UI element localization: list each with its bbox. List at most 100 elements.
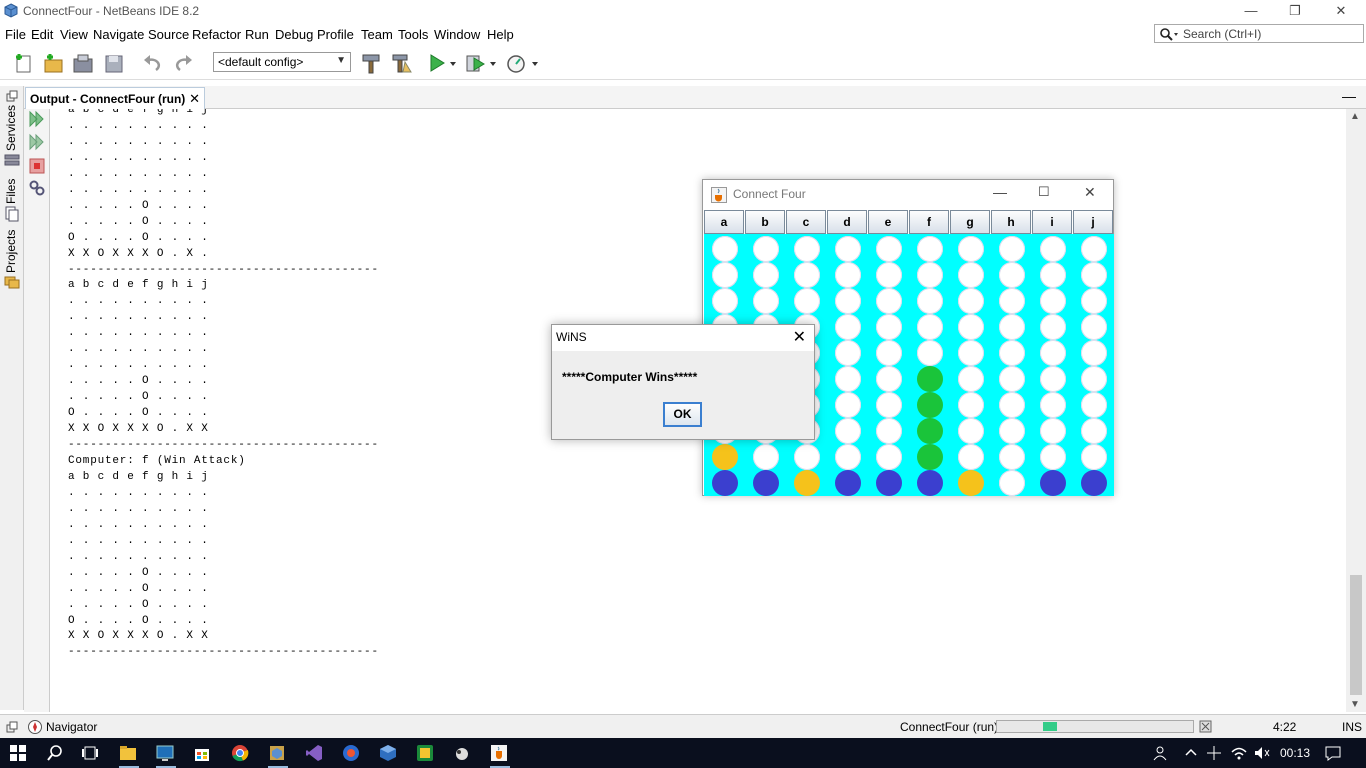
column-button-f[interactable]: f <box>909 210 949 234</box>
board-cell[interactable] <box>835 444 861 470</box>
board-cell[interactable] <box>917 392 943 418</box>
board-cell[interactable] <box>1081 470 1107 496</box>
column-button-b[interactable]: b <box>745 210 785 234</box>
profile-dropdown-icon[interactable] <box>530 52 540 74</box>
clean-build-icon[interactable] <box>391 52 413 74</box>
language-icon[interactable] <box>1205 744 1223 762</box>
close-tab-icon[interactable]: ✕ <box>189 91 200 107</box>
board-cell[interactable] <box>917 262 943 288</box>
menu-profile[interactable]: Profile <box>317 27 354 42</box>
volume-icon[interactable] <box>1253 744 1271 762</box>
netbeans-taskbar-icon[interactable] <box>268 744 286 762</box>
windows-start-icon[interactable] <box>9 744 27 762</box>
board-cell[interactable] <box>876 262 902 288</box>
board-cell[interactable] <box>835 314 861 340</box>
menu-debug[interactable]: Debug <box>275 27 313 42</box>
column-button-h[interactable]: h <box>991 210 1031 234</box>
board-cell[interactable] <box>1081 418 1107 444</box>
board-cell[interactable] <box>794 262 820 288</box>
board-cell[interactable] <box>1081 444 1107 470</box>
menu-source[interactable]: Source <box>148 27 189 42</box>
run-dropdown-icon[interactable] <box>448 52 458 74</box>
menu-window[interactable]: Window <box>434 27 480 42</box>
task-view-icon[interactable] <box>81 744 99 762</box>
board-cell[interactable] <box>999 288 1025 314</box>
board-cell[interactable] <box>958 288 984 314</box>
board-cell[interactable] <box>1081 392 1107 418</box>
board-cell[interactable] <box>794 444 820 470</box>
menu-edit[interactable]: Edit <box>31 27 53 42</box>
board-cell[interactable] <box>794 288 820 314</box>
chrome-icon[interactable] <box>231 744 249 762</box>
restore-navigator-icon[interactable] <box>6 721 18 733</box>
board-cell[interactable] <box>1040 288 1066 314</box>
board-cell[interactable] <box>958 236 984 262</box>
board-cell[interactable] <box>1040 262 1066 288</box>
board-cell[interactable] <box>835 340 861 366</box>
minimize-button[interactable]: — <box>1228 0 1274 22</box>
board-cell[interactable] <box>999 236 1025 262</box>
board-cell[interactable] <box>1040 392 1066 418</box>
board-cell[interactable] <box>1081 236 1107 262</box>
menu-navigate[interactable]: Navigate <box>93 27 144 42</box>
board-cell[interactable] <box>958 314 984 340</box>
board-cell[interactable] <box>917 288 943 314</box>
board-cell[interactable] <box>1081 340 1107 366</box>
board-cell[interactable] <box>958 444 984 470</box>
tab-output[interactable]: Output - ConnectFour (run) ✕ <box>25 87 205 109</box>
board-cell[interactable] <box>876 418 902 444</box>
side-tab-projects[interactable]: Projects <box>4 230 18 273</box>
board-cell[interactable] <box>1040 444 1066 470</box>
board-cell[interactable] <box>917 418 943 444</box>
board-cell[interactable] <box>917 236 943 262</box>
settings-icon[interactable] <box>28 179 46 197</box>
board-cell[interactable] <box>712 236 738 262</box>
navigator-label[interactable]: Navigator <box>46 720 97 734</box>
debug-project-icon[interactable] <box>464 52 486 74</box>
board-cell[interactable] <box>917 340 943 366</box>
column-button-d[interactable]: d <box>827 210 867 234</box>
file-explorer-icon[interactable] <box>119 744 137 762</box>
debug-dropdown-icon[interactable] <box>488 52 498 74</box>
new-file-icon[interactable] <box>12 52 34 74</box>
board-cell[interactable] <box>1081 262 1107 288</box>
board-cell[interactable] <box>876 444 902 470</box>
board-cell[interactable] <box>1081 366 1107 392</box>
board-cell[interactable] <box>753 236 779 262</box>
cf-close-button[interactable]: ✕ <box>1084 184 1096 201</box>
board-cell[interactable] <box>835 288 861 314</box>
board-cell[interactable] <box>1081 314 1107 340</box>
undo-icon[interactable] <box>142 52 164 74</box>
redo-icon[interactable] <box>172 52 194 74</box>
board-cell[interactable] <box>999 262 1025 288</box>
board-cell[interactable] <box>753 470 779 496</box>
monitor-app-icon[interactable] <box>156 744 174 762</box>
menu-refactor[interactable]: Refactor <box>192 27 241 42</box>
menu-file[interactable]: File <box>5 27 26 42</box>
column-button-g[interactable]: g <box>950 210 990 234</box>
board-cell[interactable] <box>999 340 1025 366</box>
board-cell[interactable] <box>958 340 984 366</box>
board-cell[interactable] <box>712 470 738 496</box>
board-cell[interactable] <box>917 444 943 470</box>
close-button[interactable]: ✕ <box>1318 0 1364 22</box>
board-cell[interactable] <box>999 418 1025 444</box>
board-cell[interactable] <box>1040 340 1066 366</box>
profile-project-icon[interactable] <box>505 52 527 74</box>
scroll-up-icon[interactable]: ▲ <box>1350 111 1360 122</box>
board-cell[interactable] <box>835 470 861 496</box>
people-icon[interactable] <box>1151 744 1169 762</box>
game-app-icon[interactable] <box>453 744 471 762</box>
save-all-icon[interactable] <box>103 52 125 74</box>
board-cell[interactable] <box>1040 470 1066 496</box>
board-cell[interactable] <box>999 444 1025 470</box>
board-cell[interactable] <box>999 392 1025 418</box>
rerun-with-params-icon[interactable] <box>28 133 46 151</box>
board-cell[interactable] <box>876 236 902 262</box>
menu-help[interactable]: Help <box>487 27 514 42</box>
board-cell[interactable] <box>917 314 943 340</box>
ok-button[interactable]: OK <box>663 402 702 427</box>
board-cell[interactable] <box>753 262 779 288</box>
open-project-icon[interactable] <box>72 52 94 74</box>
restore-button[interactable]: ❐ <box>1272 0 1318 22</box>
